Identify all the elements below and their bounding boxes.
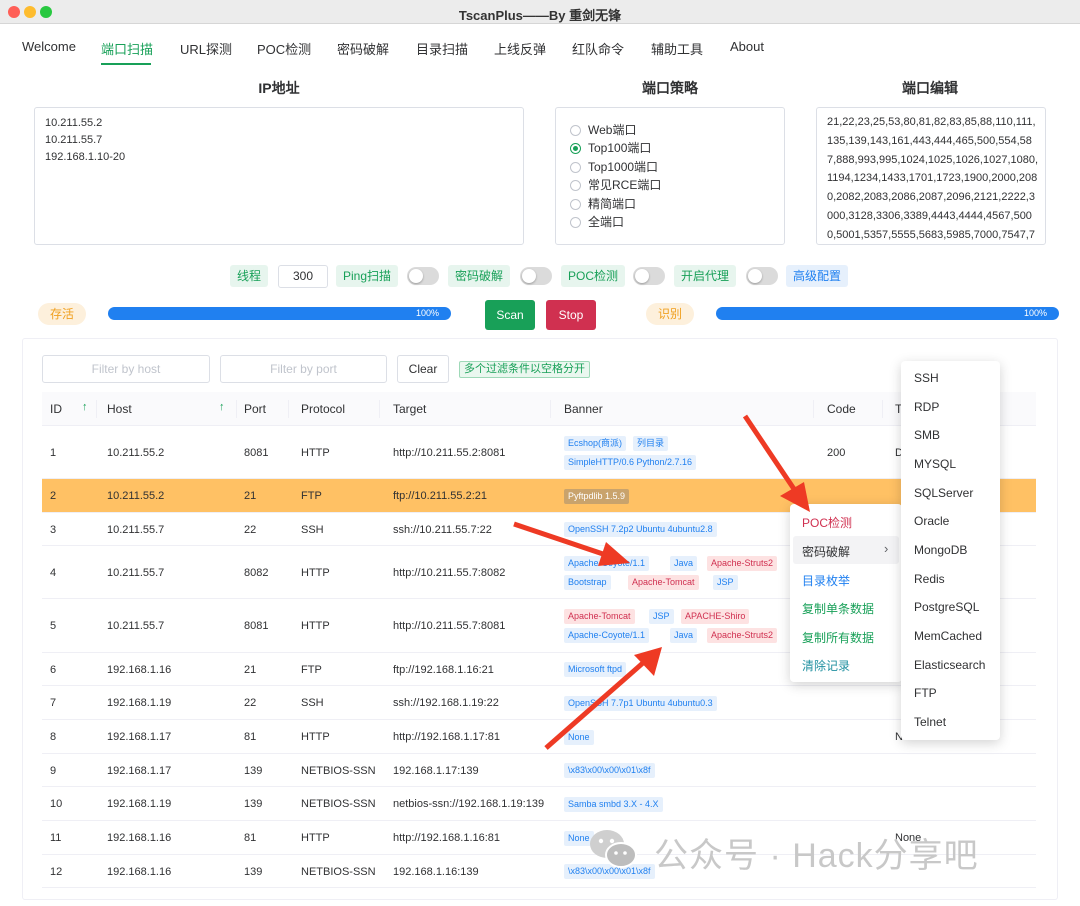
app-window: TscanPlus——By 重剑无锋 Welcome 端口扫描 URL探测 PO…: [0, 0, 1080, 906]
wechat-icon: [590, 830, 637, 868]
arrow-to-coyote-tag: [513, 521, 630, 566]
watermark-text: 公众号 · Hack分享吧: [654, 837, 979, 875]
arrow-to-java-tag: [544, 647, 662, 750]
annotation-arrows: [513, 414, 810, 750]
arrow-to-context-menu: [742, 414, 810, 512]
